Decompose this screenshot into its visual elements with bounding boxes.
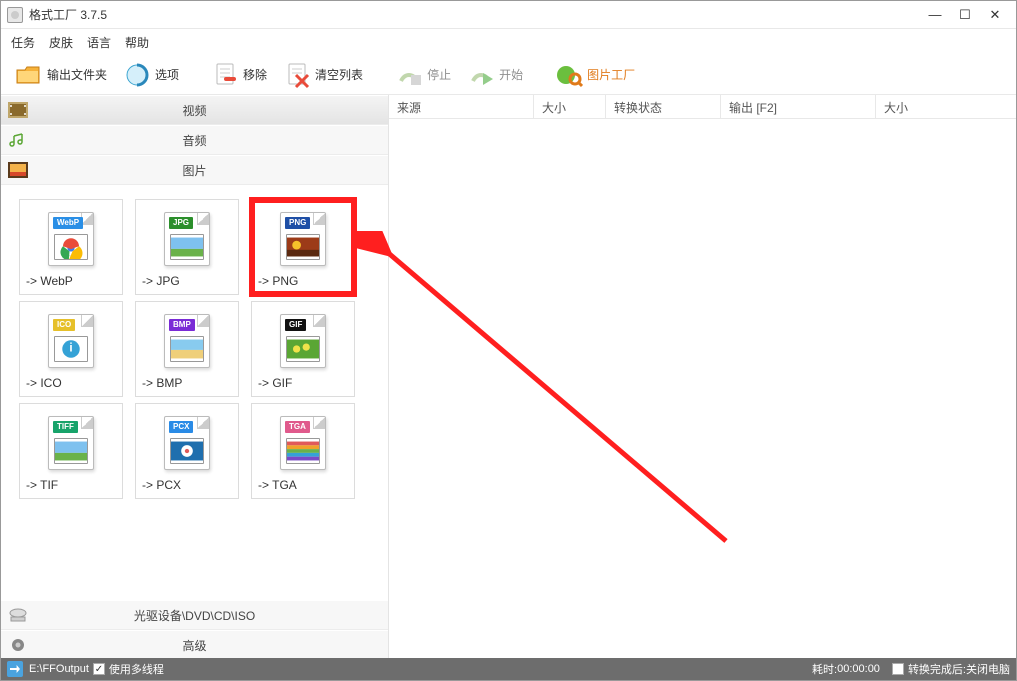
disc-drive-icon (7, 606, 29, 624)
menu-help[interactable]: 帮助 (125, 34, 149, 51)
main-area: 视频 音频 图片 WebP -> WebP JPG -> JPG PNG -> PNG IC… (1, 95, 1016, 660)
tile-label: -> JPG (142, 274, 232, 288)
category-advanced[interactable]: 高级 (1, 630, 388, 660)
maximize-button[interactable]: ☐ (950, 5, 980, 25)
format-grid: WebP -> WebP JPG -> JPG PNG -> PNG ICOi -> ICO B… (1, 185, 388, 600)
page-minus-icon (211, 61, 239, 89)
play-icon (467, 61, 495, 89)
remove-label: 移除 (243, 66, 267, 83)
after-label: 转换完成后: (908, 661, 966, 677)
format-tile-gif[interactable]: GIF -> GIF (251, 301, 355, 397)
tile-label: -> PCX (142, 478, 232, 492)
left-panel: 视频 音频 图片 WebP -> WebP JPG -> JPG PNG -> PNG IC… (1, 95, 389, 660)
tile-label: -> TIF (26, 478, 116, 492)
category-optical-label: 光驱设备\DVD\CD\ISO (37, 607, 388, 624)
tile-label: -> BMP (142, 376, 232, 390)
category-audio[interactable]: 音频 (1, 125, 388, 155)
window-title: 格式工厂 3.7.5 (29, 6, 920, 23)
svg-text:i: i (69, 341, 72, 354)
page-x-icon (283, 61, 311, 89)
image-factory-button[interactable]: 图片工厂 (551, 59, 639, 91)
tile-icon: PCX (142, 410, 232, 476)
stop-button[interactable]: 停止 (391, 59, 455, 91)
audio-icon (7, 131, 29, 149)
tile-icon: GIF (258, 308, 348, 374)
gear-icon (123, 61, 151, 89)
format-tile-ico[interactable]: ICOi -> ICO (19, 301, 123, 397)
elapsed-value: 00:00:00 (837, 663, 880, 675)
remove-button[interactable]: 移除 (207, 59, 271, 91)
menu-task[interactable]: 任务 (11, 34, 35, 51)
after-value: 关闭电脑 (966, 661, 1010, 677)
menubar: 任务 皮肤 语言 帮助 (1, 29, 1016, 55)
tile-icon: WebP (26, 206, 116, 272)
statusbar: E:\FFOutput ✓ 使用多线程 耗时: 00:00:00 ✓ 转换完成后… (1, 658, 1016, 680)
tile-icon: BMP (142, 308, 232, 374)
tile-label: -> GIF (258, 376, 348, 390)
gear-small-icon (7, 636, 29, 654)
category-video-label: 视频 (37, 102, 388, 119)
output-folder-button[interactable]: 输出文件夹 (11, 59, 111, 91)
image-icon (7, 161, 29, 179)
image-factory-label: 图片工厂 (587, 66, 635, 83)
minimize-button[interactable]: — (920, 5, 950, 25)
stop-icon (395, 61, 423, 89)
stop-label: 停止 (427, 66, 451, 83)
tile-label: -> TGA (258, 478, 348, 492)
format-tile-webp[interactable]: WebP -> WebP (19, 199, 123, 295)
titlebar: 格式工厂 3.7.5 — ☐ ✕ (1, 1, 1016, 29)
right-panel: 来源 大小 转换状态 输出 [F2] 大小 (389, 95, 1016, 660)
app-logo-icon (7, 7, 23, 23)
col-size[interactable]: 大小 (534, 95, 606, 118)
category-audio-label: 音频 (37, 132, 388, 149)
tile-label: -> PNG (258, 274, 348, 288)
category-advanced-label: 高级 (37, 637, 388, 654)
category-video[interactable]: 视频 (1, 95, 388, 125)
col-out-size[interactable]: 大小 (876, 95, 998, 118)
elapsed-label: 耗时: (812, 661, 837, 677)
format-tile-png[interactable]: PNG -> PNG (251, 199, 355, 295)
after-checkbox[interactable]: ✓ (892, 663, 904, 675)
col-extra[interactable] (998, 95, 1016, 118)
category-image[interactable]: 图片 (1, 155, 388, 185)
col-output[interactable]: 输出 [F2] (721, 95, 876, 118)
list-body-empty (389, 119, 1016, 660)
close-button[interactable]: ✕ (980, 5, 1010, 25)
category-image-label: 图片 (37, 162, 388, 179)
menu-language[interactable]: 语言 (87, 34, 111, 51)
multithread-label: 使用多线程 (109, 661, 164, 677)
tile-label: -> ICO (26, 376, 116, 390)
toolbar: 输出文件夹 选项 移除 清空列表 停止 开始 图片工厂 (1, 55, 1016, 95)
list-header: 来源 大小 转换状态 输出 [F2] 大小 (389, 95, 1016, 119)
output-folder-label: 输出文件夹 (47, 66, 107, 83)
format-tile-tiff[interactable]: TIFF -> TIF (19, 403, 123, 499)
folder-icon (15, 61, 43, 89)
tile-label: -> WebP (26, 274, 116, 288)
tile-icon: TGA (258, 410, 348, 476)
category-optical[interactable]: 光驱设备\DVD\CD\ISO (1, 600, 388, 630)
tile-icon: TIFF (26, 410, 116, 476)
video-icon (7, 101, 29, 119)
format-tile-jpg[interactable]: JPG -> JPG (135, 199, 239, 295)
menu-skin[interactable]: 皮肤 (49, 34, 73, 51)
multithread-checkbox[interactable]: ✓ (93, 663, 105, 675)
output-path[interactable]: E:\FFOutput (29, 663, 89, 675)
tile-icon: ICOi (26, 308, 116, 374)
col-status[interactable]: 转换状态 (606, 95, 721, 118)
start-label: 开始 (499, 66, 523, 83)
output-arrow-icon (7, 661, 23, 677)
options-button[interactable]: 选项 (119, 59, 183, 91)
image-factory-icon (555, 61, 583, 89)
clear-button[interactable]: 清空列表 (279, 59, 367, 91)
format-tile-bmp[interactable]: BMP -> BMP (135, 301, 239, 397)
format-tile-pcx[interactable]: PCX -> PCX (135, 403, 239, 499)
tile-icon: PNG (258, 206, 348, 272)
format-tile-tga[interactable]: TGA -> TGA (251, 403, 355, 499)
tile-icon: JPG (142, 206, 232, 272)
start-button[interactable]: 开始 (463, 59, 527, 91)
col-source[interactable]: 来源 (389, 95, 534, 118)
clear-label: 清空列表 (315, 66, 363, 83)
options-label: 选项 (155, 66, 179, 83)
